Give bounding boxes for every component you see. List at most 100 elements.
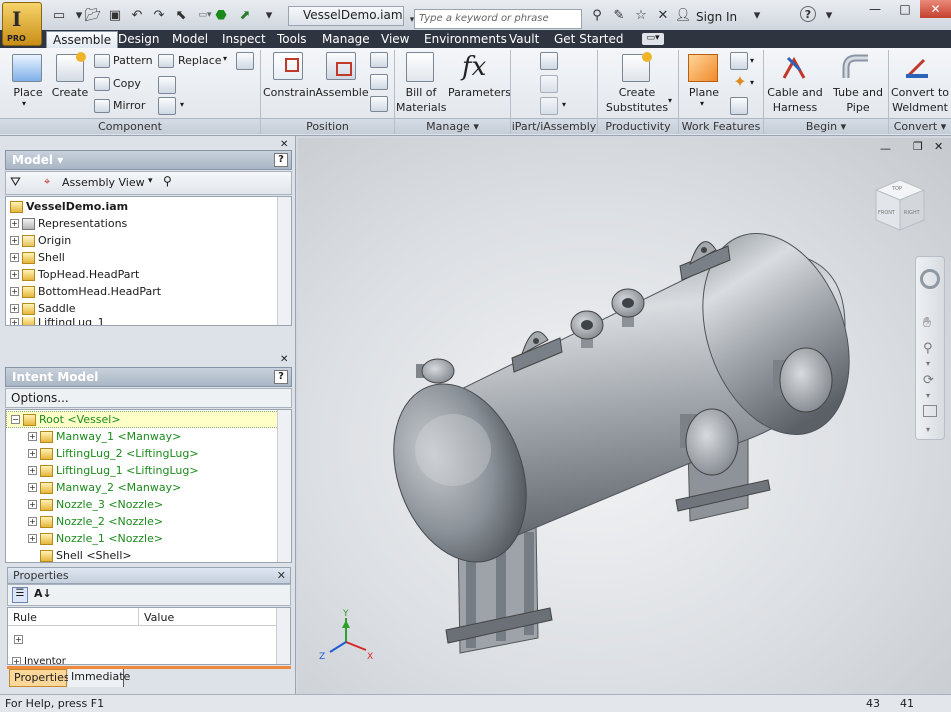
panel-close-icon[interactable]: ✕ (280, 354, 288, 365)
tab-get-started[interactable]: Get Started (548, 31, 630, 48)
expand-icon[interactable]: + (28, 449, 37, 458)
dropdown-icon[interactable]: ▾ (668, 96, 672, 105)
dropdown-icon[interactable]: ▾ (562, 100, 566, 109)
dropdown-icon[interactable]: ▾ (820, 6, 838, 24)
table-icon[interactable] (540, 97, 558, 115)
categorized-icon[interactable]: ☰ (12, 587, 28, 603)
axis-icon[interactable] (730, 52, 748, 70)
plane-icon[interactable] (688, 54, 718, 82)
expand-icon[interactable]: + (10, 287, 19, 296)
panel-close-icon[interactable]: ✕ (280, 139, 288, 150)
pattern-button[interactable]: Pattern (113, 54, 153, 68)
tree-item[interactable]: + Nozzle_3 <Nozzle> (6, 496, 291, 513)
window-close-icon[interactable]: ✕ (920, 0, 951, 18)
panel-close-icon[interactable]: ✕ (277, 569, 286, 582)
tab-tools[interactable]: Tools (271, 31, 313, 48)
undo-icon[interactable]: ↶ (128, 6, 146, 24)
expand-icon[interactable]: + (28, 483, 37, 492)
replace-button[interactable]: Replace (178, 54, 222, 68)
cable-harness-icon[interactable] (780, 52, 808, 82)
vessel-model[interactable] (298, 138, 951, 694)
tree-item-root[interactable]: − Root <Vessel> (6, 411, 291, 428)
copy-button[interactable]: Copy (113, 77, 141, 91)
column-rule[interactable]: Rule (13, 611, 37, 624)
star-icon[interactable]: ☆ (632, 6, 650, 24)
tree-item[interactable]: + TopHead.HeadPart (10, 266, 291, 283)
rotate-icon[interactable] (370, 74, 388, 90)
tab-properties[interactable]: Properties (9, 669, 70, 687)
redo-icon[interactable]: ↷ (150, 6, 168, 24)
help-icon[interactable]: ? (274, 153, 288, 167)
pattern-icon[interactable] (94, 54, 110, 68)
column-divider[interactable] (138, 608, 139, 626)
help-icon[interactable]: ? (274, 370, 288, 384)
tree-item[interactable]: + Representations (10, 215, 291, 232)
tree-item[interactable]: + Nozzle_1 <Nozzle> (6, 530, 291, 547)
tube-pipe-label-1[interactable]: Tube and (830, 86, 886, 100)
ipart-icon[interactable] (540, 52, 558, 70)
move-icon[interactable] (370, 52, 388, 68)
constrain-button[interactable]: Constrain (263, 86, 316, 100)
expand-icon[interactable]: + (10, 236, 19, 245)
create-button[interactable]: Create (50, 86, 90, 100)
close-icon[interactable]: ✕ (654, 6, 672, 24)
sign-in-link[interactable]: Sign In (696, 10, 737, 24)
expand-icon[interactable]: + (28, 466, 37, 475)
help-icon[interactable]: ? (800, 6, 816, 22)
expand-icon[interactable]: + (28, 500, 37, 509)
bom-label-1[interactable]: Bill of (396, 86, 446, 100)
tree-item[interactable]: Shell <Shell> (6, 547, 291, 562)
expand-icon[interactable]: + (14, 635, 23, 644)
tab-view[interactable]: View (375, 31, 415, 48)
expand-icon[interactable]: + (10, 253, 19, 262)
expand-icon[interactable]: + (12, 657, 21, 664)
dropdown-icon[interactable]: ▾ (148, 176, 153, 186)
tube-pipe-icon[interactable] (842, 52, 872, 82)
tree-item[interactable]: + Origin (10, 232, 291, 249)
tree-item[interactable]: + Manway_2 <Manway> (6, 479, 291, 496)
point-icon[interactable]: ✦ (732, 74, 748, 90)
assemble-button[interactable]: Assemble (315, 86, 369, 100)
open-icon[interactable]: 📂︎ (84, 6, 102, 24)
model-panel-title[interactable]: Model (12, 153, 53, 167)
tab-vault[interactable]: Vault (503, 31, 545, 48)
tab-design[interactable]: Design (112, 31, 165, 48)
replace-icon[interactable] (158, 54, 174, 68)
cable-harness-label-2[interactable]: Harness (764, 101, 826, 115)
vertical-scrollbar[interactable] (277, 410, 291, 562)
column-value[interactable]: Value (144, 611, 174, 624)
convert-weldment-label-1[interactable]: Convert to (889, 86, 951, 100)
dropdown-icon[interactable]: ▾ (748, 6, 766, 24)
tree-item[interactable]: + Saddle (10, 300, 291, 317)
iassembly-icon[interactable] (540, 75, 558, 93)
plane-button[interactable]: Plane (682, 86, 726, 100)
wrench-icon[interactable]: ✎ (610, 6, 628, 24)
vertical-scrollbar[interactable] (277, 197, 291, 325)
tree-item-root[interactable]: VesselDemo.iam (10, 198, 291, 215)
copy-icon[interactable] (94, 77, 110, 91)
tab-model[interactable]: Model (166, 31, 214, 48)
assembly-view-dropdown[interactable]: Assembly View (62, 176, 145, 189)
dropdown-icon[interactable]: ▾ (750, 78, 754, 87)
mirror-icon[interactable] (94, 99, 110, 113)
bill-of-materials-icon[interactable] (406, 52, 434, 82)
expand-icon[interactable]: + (10, 317, 19, 325)
minimize-icon[interactable]: — (860, 0, 890, 18)
grid-icon[interactable] (236, 52, 254, 70)
bom-label-2[interactable]: Materials (396, 101, 446, 115)
cable-harness-label-1[interactable]: Cable and (764, 86, 826, 100)
expand-icon[interactable]: + (10, 219, 19, 228)
place-button[interactable]: Place (8, 86, 48, 100)
dropdown-icon[interactable]: ▾ (260, 6, 278, 24)
collapse-icon[interactable]: − (11, 415, 20, 424)
tab-inspect[interactable]: Inspect (216, 31, 272, 48)
dropdown-icon[interactable]: ▾ (223, 54, 227, 63)
tab-immediate[interactable]: Immediate (68, 669, 130, 687)
expand-icon[interactable]: + (10, 270, 19, 279)
dropdown-icon[interactable]: ▾ (180, 100, 184, 109)
update-icon[interactable]: ⬣ (212, 6, 230, 24)
binoculars-icon[interactable]: ⚲ (588, 6, 606, 24)
options-menu[interactable]: Options... (5, 388, 292, 408)
tube-pipe-label-2[interactable]: Pipe (830, 101, 886, 115)
tree-item[interactable]: + Shell (10, 249, 291, 266)
